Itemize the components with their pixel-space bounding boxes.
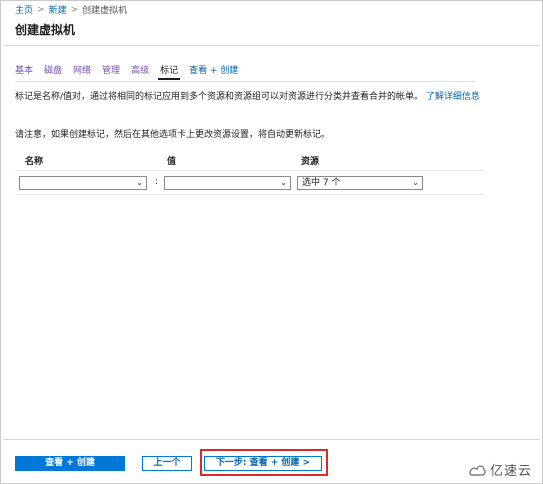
tag-value-dropdown[interactable]: ⌄ — [164, 176, 291, 190]
tab-bar: 基本 磁盘 网络 管理 高级 标记 查看 + 创建 — [15, 64, 249, 80]
resource-dropdown[interactable]: 选中 7 个 ⌄ — [297, 176, 423, 190]
column-header-value: 值 — [167, 157, 177, 167]
column-header-resource: 资源 — [301, 157, 320, 167]
tags-note: 请注意，如果创建标记，然后在其他选项卡上更改资源设置，将自动更新标记。 — [15, 130, 331, 140]
chevron-down-icon: ⌄ — [412, 178, 419, 187]
next-button-highlight — [200, 449, 328, 476]
tags-description: 标记是名称/值对，通过将相同的标记应用到多个资源和资源组可以对资源进行分类并查看… — [15, 91, 485, 103]
table-divider — [15, 170, 485, 171]
tab-management[interactable]: 管理 — [102, 64, 120, 80]
tab-basics[interactable]: 基本 — [15, 64, 33, 80]
header-divider — [3, 45, 540, 46]
previous-button[interactable]: 上一个 — [142, 456, 192, 471]
page-title: 创建虚拟机 — [15, 23, 76, 37]
tab-networking[interactable]: 网络 — [73, 64, 91, 80]
tag-name-dropdown[interactable]: ⌄ — [19, 176, 147, 190]
name-value-separator: : — [155, 177, 159, 187]
chevron-down-icon: ⌄ — [136, 178, 143, 187]
footer-divider — [3, 439, 540, 440]
chevron-down-icon: ⌄ — [280, 178, 287, 187]
learn-more-link[interactable]: 了解详细信息 — [426, 92, 480, 102]
column-header-name: 名称 — [25, 157, 44, 167]
tab-advanced[interactable]: 高级 — [131, 64, 149, 80]
description-text: 标记是名称/值对，通过将相同的标记应用到多个资源和资源组可以对资源进行分类并查看… — [15, 92, 424, 102]
breadcrumb-separator: > — [70, 4, 79, 15]
table-divider — [15, 194, 485, 195]
review-create-button[interactable]: 查看 + 创建 — [15, 456, 125, 471]
resource-selected-value: 选中 7 个 — [302, 178, 341, 188]
breadcrumb-home-link[interactable]: 主页 — [15, 3, 33, 16]
tab-bar-divider — [15, 81, 476, 82]
breadcrumb-current: 创建虚拟机 — [82, 6, 128, 16]
tab-tags[interactable]: 标记 — [158, 64, 181, 80]
tab-review-create[interactable]: 查看 + 创建 — [189, 64, 238, 80]
cloud-logo-icon — [469, 464, 486, 476]
watermark-text: 亿速云 — [489, 464, 532, 479]
breadcrumb-separator: > — [37, 4, 45, 15]
breadcrumb: 主页 > 新建 > 创建虚拟机 — [15, 3, 128, 17]
breadcrumb-new-link[interactable]: 新建 — [49, 3, 67, 16]
tab-disks[interactable]: 磁盘 — [44, 64, 62, 80]
watermark: 亿速云 — [468, 460, 532, 479]
